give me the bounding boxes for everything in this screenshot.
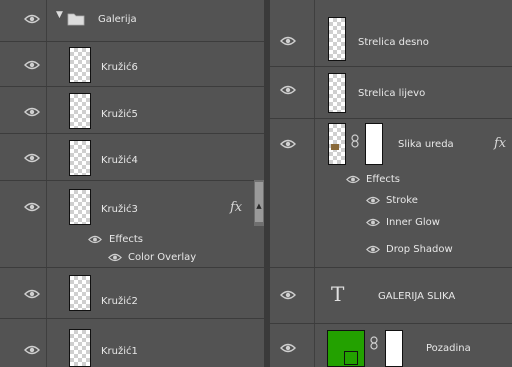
layer-row[interactable]: Kružić4 [0, 134, 264, 181]
scroll-up-arrow-icon[interactable]: ▲ [255, 202, 263, 210]
layer-thumbnail [69, 329, 91, 367]
layer-thumbnail [328, 123, 346, 165]
layer-row[interactable]: Strelica lijevo [270, 67, 512, 119]
group-name: Galerija [98, 14, 137, 25]
effect-name: Color Overlay [128, 252, 197, 263]
layer-name: Strelica desno [358, 37, 429, 48]
layer-row[interactable]: Pozadina [270, 324, 512, 367]
layers-panel-left: ▼ Galerija Kružić6 Kružić5 Kružić4 Kruži… [0, 0, 264, 367]
eye-icon[interactable] [280, 290, 296, 300]
layer-thumbnail [69, 47, 91, 83]
layer-name: Slika ureda [398, 139, 454, 150]
eye-icon[interactable] [108, 253, 124, 263]
layer-thumbnail [69, 93, 91, 129]
shape-vector-icon [344, 351, 358, 365]
effects-label: Effects [109, 234, 143, 245]
effect-item-drop-shadow[interactable]: Drop Shadow [270, 233, 512, 268]
eye-icon[interactable] [366, 245, 382, 255]
layer-row[interactable]: Kružić3 fx [0, 181, 264, 231]
eye-icon[interactable] [280, 36, 296, 46]
effect-name: Inner Glow [386, 217, 440, 228]
effect-item-stroke[interactable]: Stroke [270, 189, 512, 211]
layer-thumbnail [327, 330, 365, 367]
layer-name: Kružić3 [101, 204, 138, 215]
eye-icon[interactable] [280, 85, 296, 95]
effects-label: Effects [366, 174, 400, 185]
eye-icon[interactable] [24, 107, 40, 117]
triangle-down-icon[interactable]: ▼ [56, 10, 63, 20]
effect-item-color-overlay[interactable]: Color Overlay [0, 249, 264, 268]
layer-row[interactable]: Slika ureda fx [270, 119, 512, 169]
eye-icon[interactable] [24, 289, 40, 299]
layer-thumbnail [328, 17, 346, 61]
eye-icon[interactable] [366, 218, 382, 228]
eye-icon[interactable] [24, 345, 40, 355]
photo-preview-icon [331, 144, 339, 150]
effects-row[interactable]: Effects [0, 231, 264, 249]
layer-name: Kružić2 [101, 296, 138, 307]
layer-group-row[interactable]: ▼ Galerija [0, 0, 264, 42]
eye-icon[interactable] [366, 196, 382, 206]
scrollbar[interactable]: ▲ [254, 180, 264, 226]
folder-icon [67, 11, 85, 30]
eye-icon[interactable] [24, 153, 40, 163]
chain-link-icon[interactable] [370, 336, 378, 353]
eye-icon[interactable] [24, 202, 40, 212]
layer-name: GALERIJA SLIKA [378, 291, 456, 302]
layer-thumbnail [69, 275, 91, 311]
layer-row[interactable]: Kružić2 [0, 268, 264, 319]
fx-icon[interactable]: fx [494, 136, 506, 151]
layer-row[interactable]: Kružić5 [0, 87, 264, 134]
eye-icon[interactable] [24, 14, 40, 24]
layers-panel-right: Strelica desno Strelica lijevo Slika ure… [270, 0, 512, 367]
layer-row[interactable]: Kružić6 [0, 42, 264, 87]
effect-name: Drop Shadow [386, 244, 453, 255]
layer-name: Kružić5 [101, 109, 138, 120]
eye-icon[interactable] [24, 60, 40, 70]
effect-name: Stroke [386, 195, 418, 206]
layer-row[interactable]: Strelica desno [270, 0, 512, 67]
layer-name: Kružić4 [101, 155, 138, 166]
eye-icon[interactable] [88, 235, 104, 245]
effects-row[interactable]: Effects [270, 169, 512, 189]
fx-icon[interactable]: fx [230, 200, 242, 215]
eye-icon[interactable] [346, 175, 362, 185]
layer-name: Kružić6 [101, 62, 138, 73]
layer-thumbnail [69, 140, 91, 176]
layer-thumbnail [69, 189, 91, 225]
eye-icon[interactable] [280, 343, 296, 353]
layer-mask-thumbnail[interactable] [385, 330, 403, 367]
layer-mask-thumbnail[interactable] [365, 123, 383, 165]
layer-name: Kružić1 [101, 346, 138, 357]
layer-name: Strelica lijevo [358, 88, 426, 99]
layer-row[interactable]: T GALERIJA SLIKA [270, 268, 512, 324]
effect-item-inner-glow[interactable]: Inner Glow [270, 211, 512, 233]
layer-row[interactable]: Kružić1 [0, 319, 264, 367]
text-layer-icon: T [331, 282, 345, 306]
eye-icon[interactable] [280, 139, 296, 149]
layer-name: Pozadina [426, 343, 471, 354]
chain-link-icon[interactable] [351, 134, 359, 151]
layer-thumbnail [328, 73, 346, 113]
